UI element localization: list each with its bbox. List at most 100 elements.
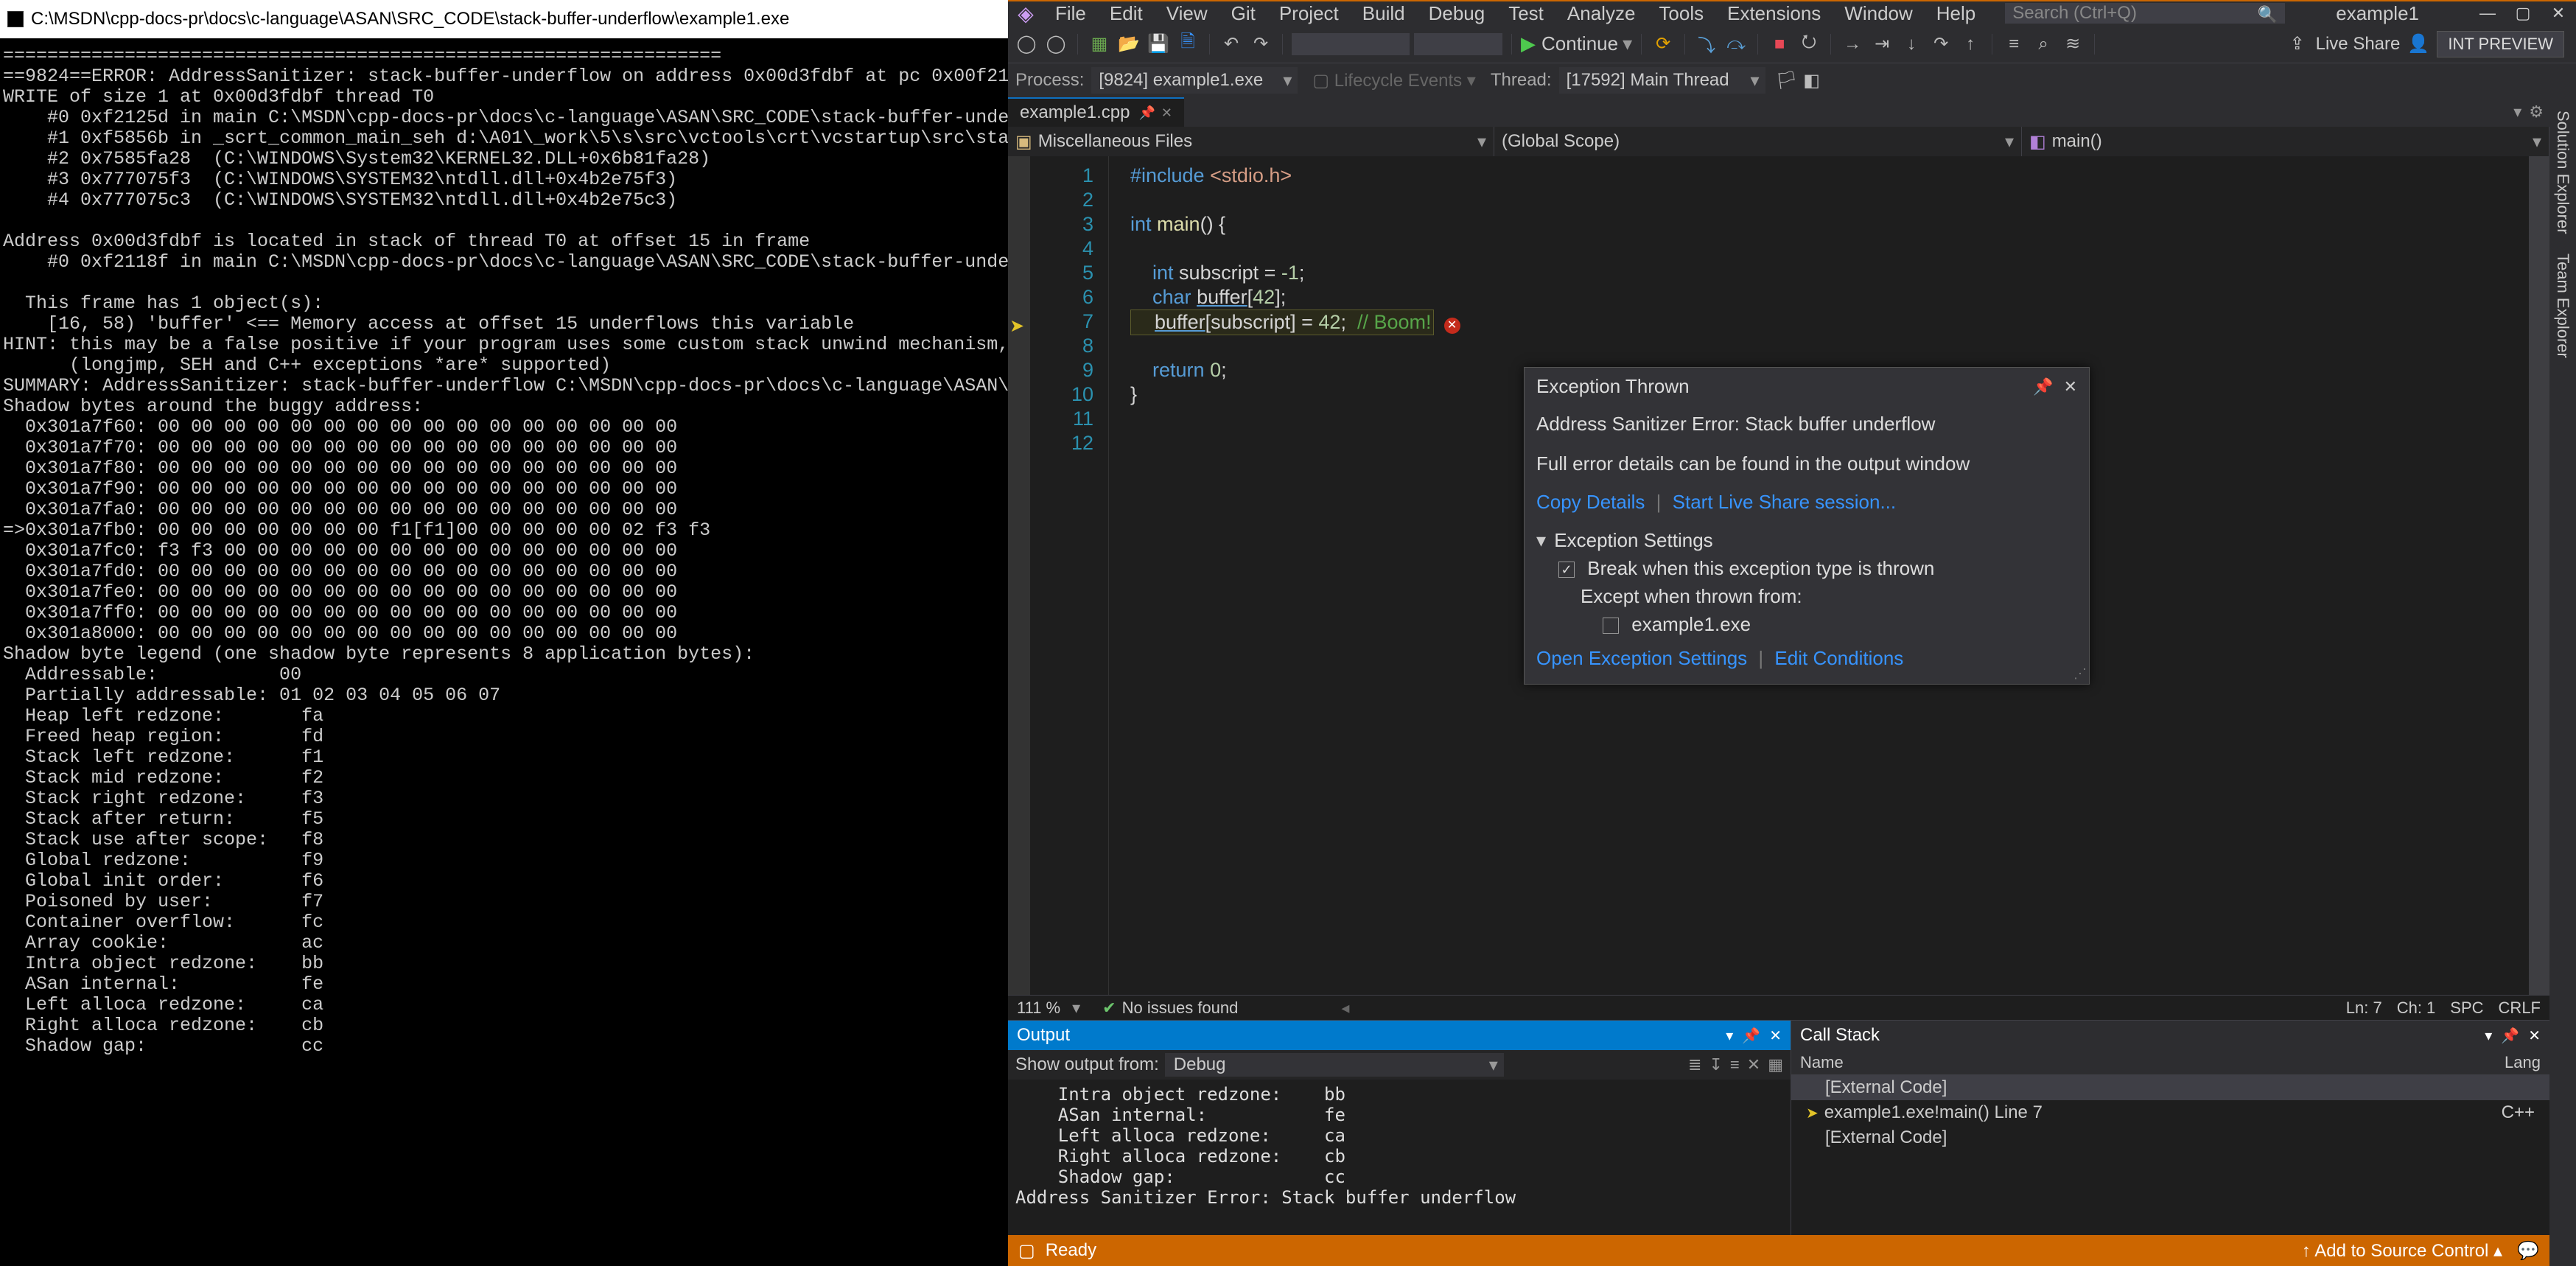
thread-flag-icon[interactable]: 🏳 (1774, 68, 1799, 93)
resize-grip-icon[interactable]: ⋰ (2073, 666, 2087, 682)
add-source-control[interactable]: ↑ Add to Source Control ▴ (2302, 1240, 2502, 1262)
save-all-icon[interactable]: 🗎 (1175, 32, 1200, 57)
menu-debug[interactable]: Debug (1417, 1, 1497, 25)
menu-edit[interactable]: Edit (1098, 1, 1155, 25)
lifecycle-label[interactable]: ▢ Lifecycle Events ▾ (1312, 70, 1475, 91)
thread-select[interactable]: [17592] Main Thread (1559, 67, 1765, 94)
forward-icon[interactable]: ◯ (1043, 32, 1068, 57)
nav-scope[interactable]: (Global Scope) (1494, 127, 2022, 156)
redo-icon[interactable]: ↷ (1248, 32, 1273, 57)
next-statement-icon[interactable]: → (1840, 32, 1865, 57)
editor-scrollbar[interactable] (2529, 156, 2549, 995)
exception-close-icon[interactable]: ✕ (2064, 377, 2077, 396)
cs-pin-icon[interactable]: 📌 (2501, 1027, 2519, 1045)
output-tool-icon4[interactable]: ✕ (1747, 1055, 1760, 1074)
output-pin-icon[interactable]: 📌 (1742, 1027, 1760, 1045)
menu-view[interactable]: View (1155, 1, 1219, 25)
minimize-button[interactable]: — (2470, 1, 2505, 25)
step-out-icon[interactable]: ↑ (1958, 32, 1983, 57)
menu-project[interactable]: Project (1267, 1, 1351, 25)
cs-dropdown-icon[interactable]: ▾ (2485, 1027, 2492, 1045)
output-tool-icon2[interactable]: ↧ (1709, 1055, 1722, 1074)
tool-icon1[interactable]: ≡ (2001, 32, 2026, 57)
console-output[interactable]: ========================================… (0, 38, 1008, 1266)
step-into2-icon[interactable]: ↓ (1899, 32, 1924, 57)
status-eol[interactable]: CRLF (2499, 999, 2541, 1018)
menu-analyze[interactable]: Analyze (1555, 1, 1648, 25)
tab-solution-explorer[interactable]: Solution Explorer (2553, 111, 2572, 234)
output-tool-icon5[interactable]: ▦ (1768, 1055, 1783, 1074)
status-line[interactable]: Ln: 7 (2346, 999, 2382, 1018)
live-share-label[interactable]: Live Share (2316, 34, 2401, 55)
output-tool-icon1[interactable]: ≣ (1688, 1055, 1701, 1074)
search-input[interactable]: Search (Ctrl+Q) 🔍 (2005, 3, 2285, 24)
hot-reload-icon[interactable]: ⟳ (1651, 32, 1676, 57)
menu-help[interactable]: Help (1925, 1, 1987, 25)
open-exception-settings-link[interactable]: Open Exception Settings (1536, 647, 1747, 669)
menu-build[interactable]: Build (1351, 1, 1417, 25)
breakpoint-margin[interactable]: ➤ (1008, 156, 1030, 995)
close-button[interactable]: ✕ (2541, 1, 2576, 25)
exception-pin-icon[interactable]: 📌 (2033, 377, 2053, 396)
step-over-icon[interactable]: ⤼ (1723, 32, 1749, 57)
copy-details-link[interactable]: Copy Details (1536, 491, 1645, 513)
menu-file[interactable]: File (1043, 1, 1098, 25)
outline-margin[interactable] (1108, 156, 1124, 995)
cs-column-headers[interactable]: Name Lang (1791, 1050, 2549, 1075)
menu-git[interactable]: Git (1219, 1, 1267, 25)
tab-team-explorer[interactable]: Team Explorer (2553, 253, 2572, 358)
vs-titlebar[interactable]: ◈ File Edit View Git Project Build Debug… (1008, 1, 2576, 25)
new-icon[interactable]: ▦ (1087, 32, 1112, 57)
show-next-icon[interactable]: ⇥ (1869, 32, 1894, 57)
break-checkbox[interactable]: ✓ (1558, 562, 1575, 578)
output-tool-icon3[interactable]: ≡ (1730, 1055, 1740, 1074)
output-from-select[interactable]: Debug (1165, 1053, 1504, 1077)
continue-button[interactable]: ▶ Continue ▾ (1521, 32, 1632, 55)
open-icon[interactable]: 📂 (1116, 32, 1141, 57)
menu-extensions[interactable]: Extensions (1715, 1, 1833, 25)
tab-close-icon[interactable]: ✕ (1161, 105, 1172, 121)
callstack-row[interactable]: [External Code] (1791, 1075, 2549, 1100)
except-item-checkbox[interactable] (1603, 618, 1619, 634)
code-editor[interactable]: ➤ 123456789101112 #include <stdio.h>int … (1008, 156, 2549, 995)
start-live-share-link[interactable]: Start Live Share session... (1673, 491, 1896, 513)
edit-conditions-link[interactable]: Edit Conditions (1774, 647, 1903, 669)
status-scroll-left[interactable]: ◂ (1341, 999, 1349, 1018)
callstack-row[interactable]: [External Code] (1791, 1125, 2549, 1150)
cs-rows[interactable]: [External Code]➤example1.exe!main() Line… (1791, 1075, 2549, 1235)
notifications-icon[interactable]: 💬 (2517, 1240, 2539, 1262)
menu-window[interactable]: Window (1833, 1, 1924, 25)
cs-close-icon[interactable]: ✕ (2528, 1027, 2541, 1045)
status-char[interactable]: Ch: 1 (2397, 999, 2436, 1018)
status-spacing[interactable]: SPC (2450, 999, 2483, 1018)
step-into-icon[interactable]: ⤵ (1694, 32, 1719, 57)
live-share-icon[interactable]: ⇪ (2285, 32, 2310, 57)
issues-label[interactable]: No issues found (1122, 999, 1239, 1018)
menu-test[interactable]: Test (1497, 1, 1555, 25)
output-text[interactable]: Intra object redzone: bb ASan internal: … (1008, 1080, 1791, 1235)
tool-icon2[interactable]: ⌕ (2031, 32, 2056, 57)
undo-icon[interactable]: ↶ (1219, 32, 1244, 57)
tab-dropdown-icon[interactable]: ▾ (2513, 102, 2521, 122)
save-icon[interactable]: 💾 (1146, 32, 1171, 57)
tab-example1-cpp[interactable]: example1.cpp 📌 ✕ (1008, 97, 1184, 127)
feedback-icon[interactable]: 👤 (2406, 32, 2431, 57)
menu-tools[interactable]: Tools (1647, 1, 1715, 25)
output-dropdown-icon[interactable]: ▾ (1726, 1027, 1733, 1045)
process-select[interactable]: [9824] example1.exe (1091, 67, 1298, 94)
int-preview-badge[interactable]: INT PREVIEW (2437, 31, 2564, 57)
zoom-level[interactable]: 111 % (1017, 999, 1060, 1018)
exception-settings-toggle[interactable]: ▾ (1536, 529, 1546, 551)
platform-dropdown[interactable] (1414, 33, 1502, 55)
restart-icon[interactable]: ⭮ (1796, 32, 1821, 57)
output-close-icon[interactable]: ✕ (1769, 1027, 1782, 1045)
nav-project[interactable]: ▣ Miscellaneous Files (1008, 127, 1494, 156)
step-over2-icon[interactable]: ↷ (1928, 32, 1953, 57)
callstack-row[interactable]: ➤example1.exe!main() Line 7C++ (1791, 1100, 2549, 1125)
config-dropdown[interactable] (1292, 33, 1410, 55)
tool-icon3[interactable]: ≋ (2060, 32, 2085, 57)
maximize-button[interactable]: ▢ (2505, 1, 2541, 25)
stop-icon[interactable]: ■ (1767, 32, 1792, 57)
tab-gear-icon[interactable]: ⚙ (2529, 102, 2544, 122)
console-titlebar[interactable]: C:\MSDN\cpp-docs-pr\docs\c-language\ASAN… (0, 0, 1008, 38)
